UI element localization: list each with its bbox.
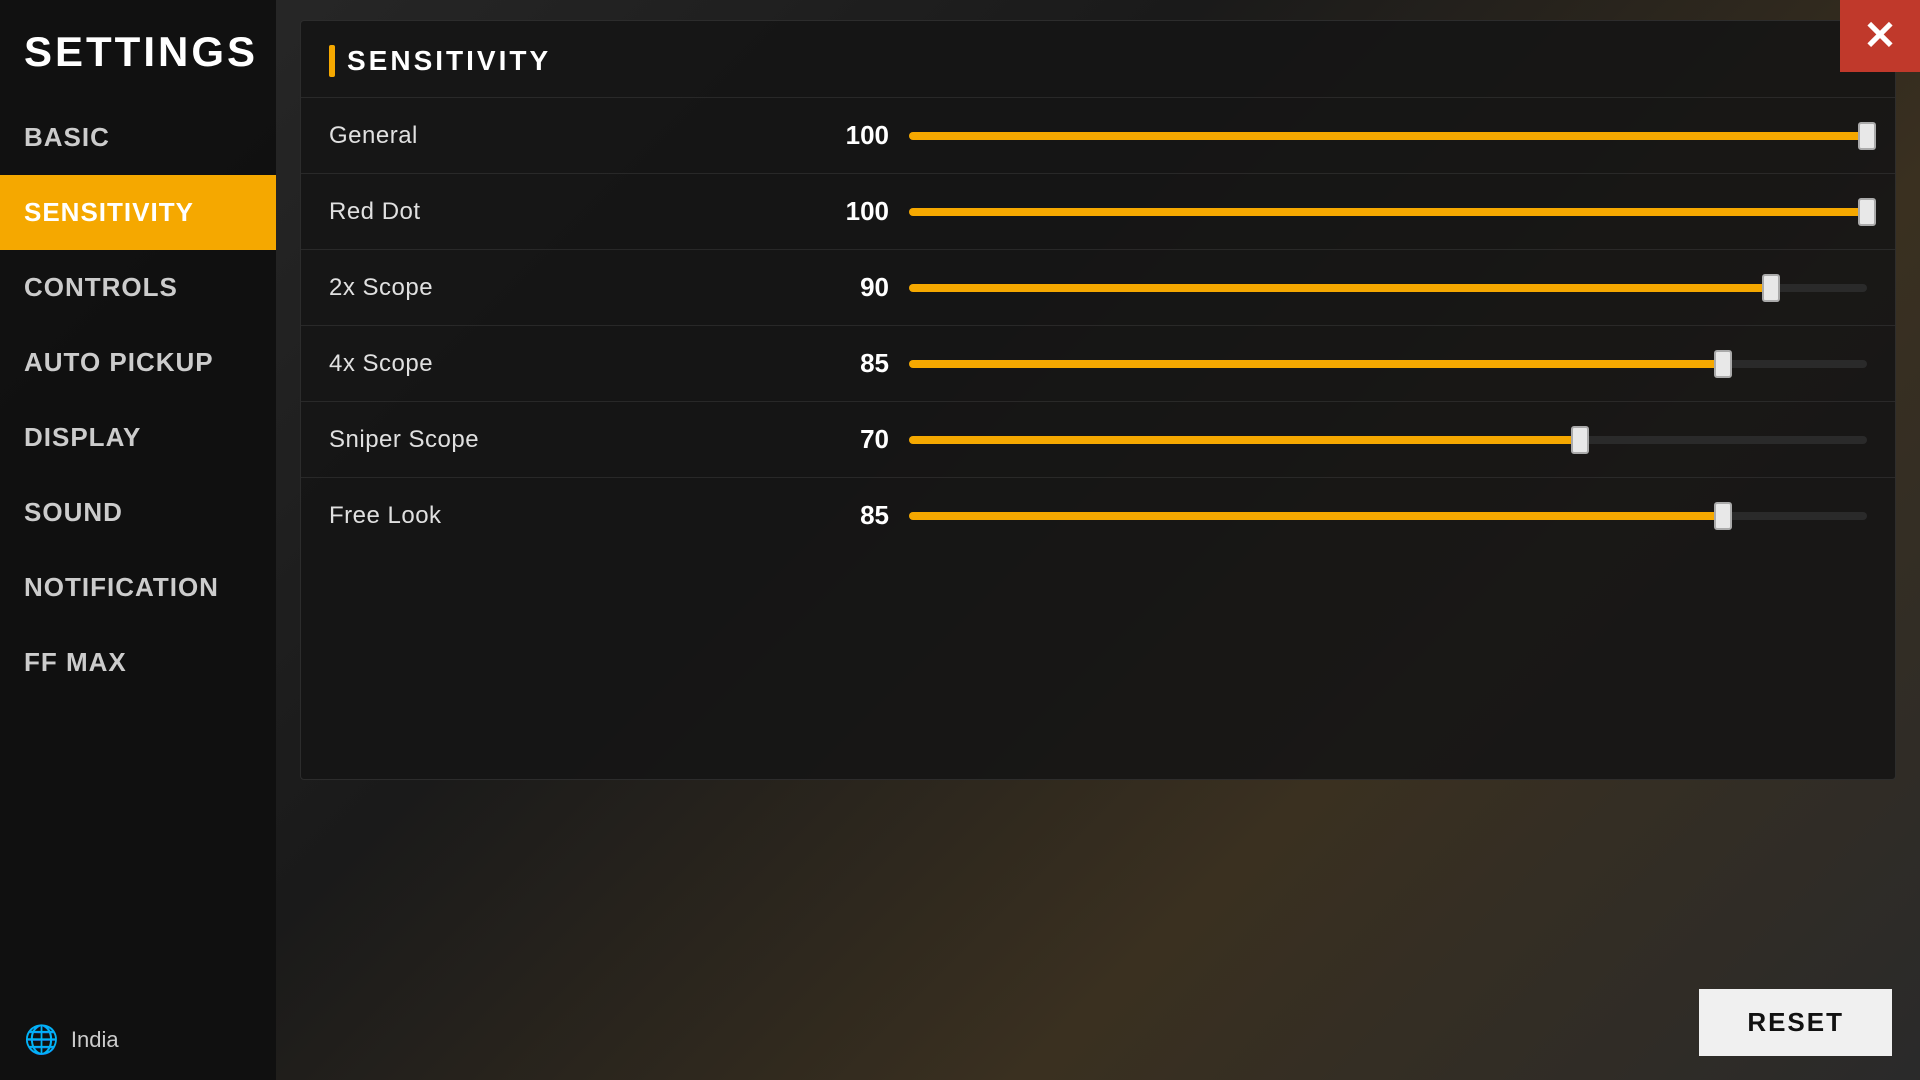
slider-track-free-look[interactable] <box>909 512 1867 520</box>
slider-thumb-general[interactable] <box>1858 122 1876 150</box>
reset-button[interactable]: RESET <box>1699 989 1892 1056</box>
close-icon: ✕ <box>1863 16 1897 56</box>
slider-label-2x-scope: 2x Scope <box>329 274 809 302</box>
slider-thumb-free-look[interactable] <box>1714 502 1732 530</box>
slider-row-2x-scope: 2x Scope 90 <box>301 249 1895 325</box>
slider-value-red-dot: 100 <box>809 196 889 227</box>
slider-track-4x-scope[interactable] <box>909 360 1867 368</box>
slider-row-sniper-scope: Sniper Scope 70 <box>301 401 1895 477</box>
content-panel: SENSITIVITY General 100 Red Dot 100 2x S <box>300 20 1896 780</box>
slider-fill-general <box>909 132 1867 140</box>
main-content: SENSITIVITY General 100 Red Dot 100 2x S <box>276 0 1920 1080</box>
slider-track-general[interactable] <box>909 132 1867 140</box>
section-title: SENSITIVITY <box>347 45 551 77</box>
slider-thumb-4x-scope[interactable] <box>1714 350 1732 378</box>
slider-row-4x-scope: 4x Scope 85 <box>301 325 1895 401</box>
slider-thumb-sniper-scope[interactable] <box>1571 426 1589 454</box>
slider-value-free-look: 85 <box>809 500 889 531</box>
section-accent-bar <box>329 45 335 77</box>
nav-item-display[interactable]: DISPLAY <box>0 400 276 475</box>
slider-value-2x-scope: 90 <box>809 272 889 303</box>
nav-item-basic[interactable]: BASIC <box>0 100 276 175</box>
page-title: SETTINGS <box>0 0 276 100</box>
sidebar-footer: 🌐 India <box>0 999 276 1080</box>
nav-item-notification[interactable]: NOTIFICATION <box>0 550 276 625</box>
section-header: SENSITIVITY <box>301 21 1895 97</box>
slider-row-red-dot: Red Dot 100 <box>301 173 1895 249</box>
nav-item-sound[interactable]: SOUND <box>0 475 276 550</box>
slider-fill-red-dot <box>909 208 1867 216</box>
slider-track-sniper-scope[interactable] <box>909 436 1867 444</box>
slider-label-sniper-scope: Sniper Scope <box>329 426 809 454</box>
slider-fill-2x-scope <box>909 284 1771 292</box>
slider-thumb-red-dot[interactable] <box>1858 198 1876 226</box>
nav-item-sensitivity[interactable]: SENSITIVITY <box>0 175 276 250</box>
slider-track-red-dot[interactable] <box>909 208 1867 216</box>
slider-label-4x-scope: 4x Scope <box>329 350 809 378</box>
globe-icon: 🌐 <box>24 1023 59 1056</box>
slider-row-free-look: Free Look 85 <box>301 477 1895 553</box>
slider-track-2x-scope[interactable] <box>909 284 1867 292</box>
region-label: India <box>71 1027 119 1053</box>
slider-label-free-look: Free Look <box>329 502 809 530</box>
slider-value-4x-scope: 85 <box>809 348 889 379</box>
slider-fill-sniper-scope <box>909 436 1580 444</box>
nav-item-auto-pickup[interactable]: AUTO PICKUP <box>0 325 276 400</box>
slider-label-red-dot: Red Dot <box>329 198 809 226</box>
slider-thumb-2x-scope[interactable] <box>1762 274 1780 302</box>
slider-fill-free-look <box>909 512 1723 520</box>
slider-value-sniper-scope: 70 <box>809 424 889 455</box>
slider-label-general: General <box>329 122 809 150</box>
nav-item-controls[interactable]: CONTROLS <box>0 250 276 325</box>
slider-fill-4x-scope <box>909 360 1723 368</box>
nav-item-ff-max[interactable]: FF MAX <box>0 625 276 700</box>
sidebar: SETTINGS BASIC SENSITIVITY CONTROLS AUTO… <box>0 0 276 1080</box>
close-button[interactable]: ✕ <box>1840 0 1920 72</box>
slider-value-general: 100 <box>809 120 889 151</box>
slider-row-general: General 100 <box>301 97 1895 173</box>
